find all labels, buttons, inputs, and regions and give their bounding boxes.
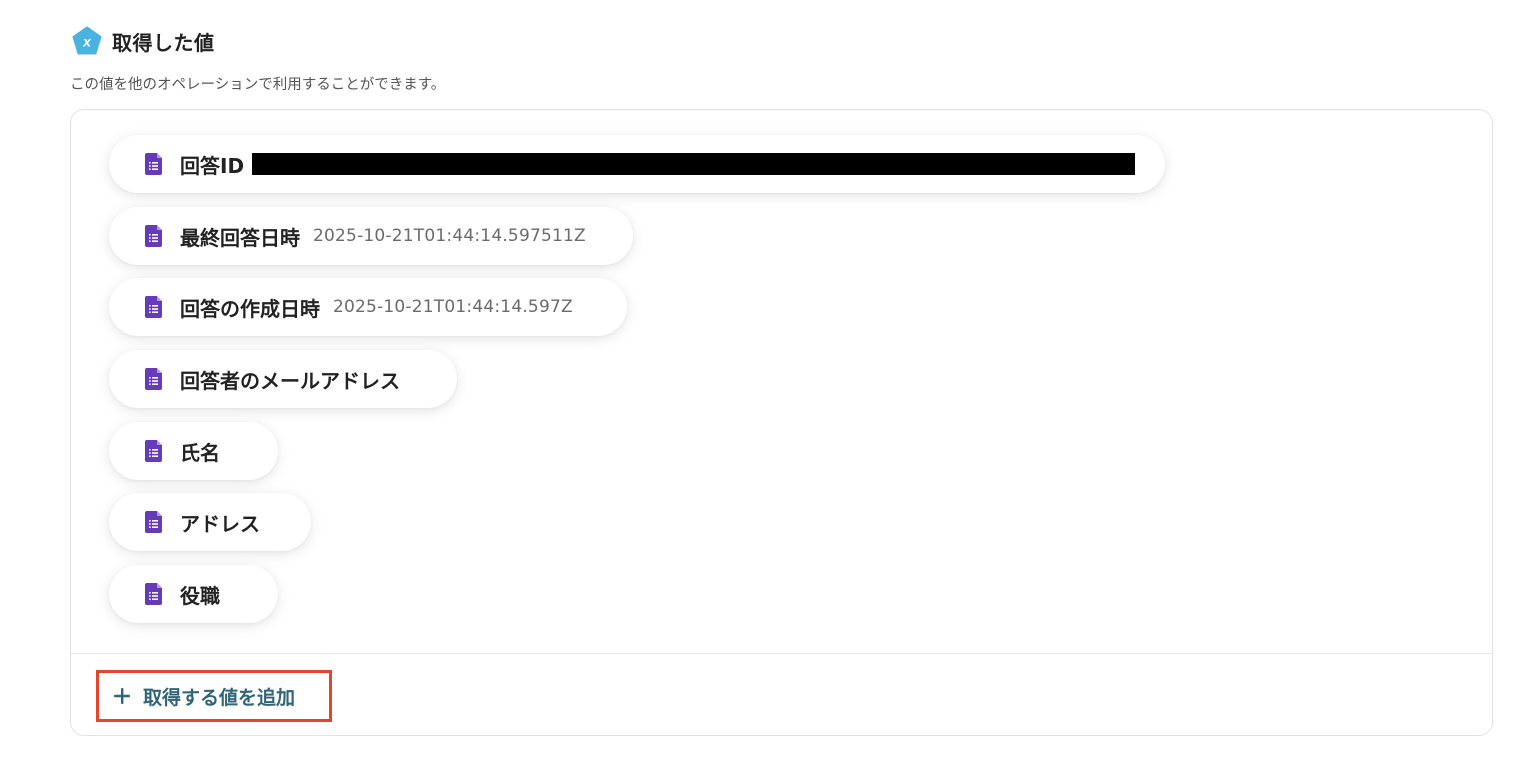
field-label: 回答者のメールアドレス <box>180 368 400 393</box>
field-chip-address[interactable]: アドレス <box>109 493 311 551</box>
panel-divider <box>71 653 1492 654</box>
values-panel: 回答ID 最終回答日時 2025-10-21T01:44:14.597511Z … <box>70 109 1493 736</box>
field-chip-name[interactable]: 氏名 <box>109 422 278 480</box>
field-label: 回答ID <box>180 153 245 178</box>
field-chip-job-title[interactable]: 役職 <box>109 565 278 623</box>
google-forms-icon <box>145 368 162 390</box>
add-value-button[interactable]: 取得する値を追加 <box>96 670 332 722</box>
add-value-label: 取得する値を追加 <box>143 686 296 709</box>
redacted-value <box>252 153 1135 175</box>
plus-icon <box>114 688 130 704</box>
field-chip-response-id[interactable]: 回答ID <box>109 135 1165 193</box>
google-forms-icon <box>145 511 162 533</box>
field-chip-respondent-email[interactable]: 回答者のメールアドレス <box>109 350 457 408</box>
field-value: 2025-10-21T01:44:14.597511Z <box>313 226 586 246</box>
field-chip-created-time[interactable]: 回答の作成日時 2025-10-21T01:44:14.597Z <box>109 278 627 336</box>
field-label: 氏名 <box>180 440 220 465</box>
google-forms-icon <box>145 225 162 247</box>
field-value: 2025-10-21T01:44:14.597Z <box>333 297 573 317</box>
google-forms-icon <box>145 583 162 605</box>
section-description: この値を他のオペレーションで利用することができます。 <box>70 77 446 93</box>
section-title: 取得した値 <box>112 30 215 55</box>
google-forms-icon <box>145 296 162 318</box>
google-forms-icon <box>145 440 162 462</box>
field-label: 最終回答日時 <box>180 225 300 250</box>
google-forms-icon <box>145 153 162 175</box>
field-chip-last-answer-time[interactable]: 最終回答日時 2025-10-21T01:44:14.597511Z <box>109 207 633 265</box>
x-pentagon-icon: x <box>72 26 102 55</box>
svg-text:x: x <box>82 34 92 50</box>
section-header: x 取得した値 <box>72 26 215 56</box>
field-label: 回答の作成日時 <box>180 296 320 321</box>
field-label: アドレス <box>180 511 260 536</box>
field-label: 役職 <box>180 583 220 608</box>
